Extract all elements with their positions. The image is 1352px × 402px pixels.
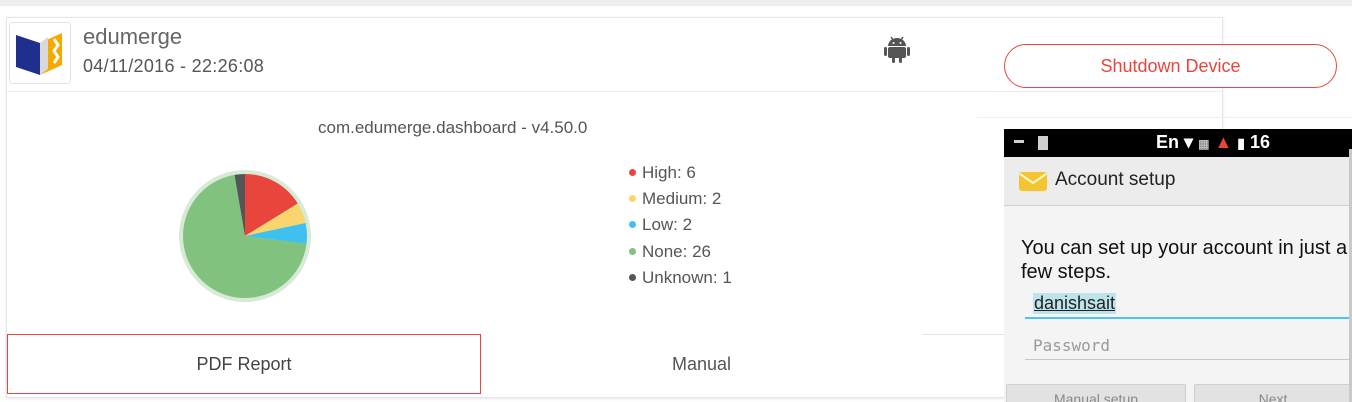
manual-button[interactable]: Manual [481,334,922,394]
username-value: danishsait [1033,293,1117,314]
usb-icon [1014,136,1048,150]
scan-date: 04/11/2016 - 22:26:08 [83,56,265,76]
legend-label-high: High: 6 [642,163,696,182]
chart-legend: High: 6 Medium: 2 Low: 2 None: 26 Unknown: 1 [629,160,732,291]
header-divider [7,91,1222,92]
legend-item-low: Low: 2 [629,212,732,238]
package-version: com.edumerge.dashboard - v4.50.0 [318,118,588,137]
legend-item-none: None: 26 [629,239,732,265]
phone-form: You can set up your account in just a fe… [1004,206,1352,402]
phone-app-title: Account setup [1055,169,1176,190]
legend-item-high: High: 6 [629,160,732,186]
signal-icon: ▦ [1198,137,1210,151]
password-field: Password [1025,332,1350,360]
vulnerability-pie-chart [179,170,311,302]
next-button: Next [1194,384,1352,402]
intro-text: You can set up your account in just a fe… [1021,237,1348,283]
legend-item-medium: Medium: 2 [629,186,732,212]
legend-label-none: None: 26 [642,241,711,261]
language-indicator: En [1156,132,1180,152]
pdf-report-button[interactable]: PDF Report [7,334,481,394]
phone-app-bar: Account setup [1004,157,1352,206]
legend-dot-none [629,247,636,255]
manual-setup-button: Manual setup [1006,384,1186,402]
warning-icon: ▲ [1214,132,1233,152]
edumerge-logo-icon [9,22,71,84]
legend-dot-low [629,221,636,229]
legend-label-medium: Medium: 2 [642,189,722,209]
legend-label-unknown: Unknown: 1 [642,267,732,287]
top-divider [0,0,1352,6]
clock-text: 16 [1250,132,1271,152]
android-icon [884,35,910,63]
legend-dot-unknown [629,273,636,281]
status-bar: En ▾ ▦ ▲ ▮ 16 [1004,129,1352,157]
right-divider [977,117,1352,118]
status-icons: En ▾ ▦ ▲ ▮ 16 [1156,132,1270,153]
legend-item-unknown: Unknown: 1 [629,265,732,291]
legend-label-low: Low: 2 [642,215,693,235]
shutdown-device-button[interactable]: Shutdown Device [1004,44,1337,88]
email-app-icon [1019,172,1047,191]
username-field: danishsait [1025,293,1350,319]
wifi-icon: ▾ [1184,132,1194,152]
app-name: edumerge [83,24,183,49]
legend-dot-medium [629,195,636,203]
legend-dot-high [629,169,636,177]
battery-icon: ▮ [1237,135,1246,151]
device-screen-preview: En ▾ ▦ ▲ ▮ 16 Account setup You can set … [1004,129,1352,402]
